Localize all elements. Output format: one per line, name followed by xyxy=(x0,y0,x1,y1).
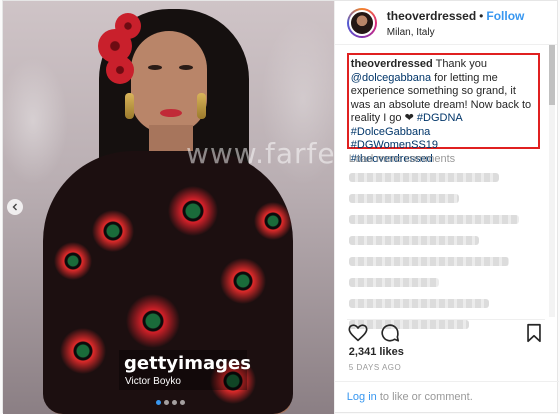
caption-mention[interactable]: @dolcegabbana xyxy=(351,72,431,84)
caption-hashtag[interactable]: #DolceGabbana xyxy=(351,126,537,140)
caption-text-start: Thank you xyxy=(435,58,487,70)
caption-hashtag[interactable]: #DGDNA xyxy=(417,112,463,124)
earring-right xyxy=(197,93,206,119)
comments-list: Load more comments xyxy=(348,153,541,341)
login-link[interactable]: Log in xyxy=(347,391,377,403)
bookmark-icon[interactable] xyxy=(523,322,545,344)
action-bar xyxy=(346,319,545,344)
likes-count[interactable]: 2,341 likes xyxy=(349,346,404,358)
hair-flower xyxy=(115,13,141,39)
earring-left xyxy=(125,93,134,119)
avatar[interactable] xyxy=(346,7,377,38)
post-header: theoverdressed • Follow Milan, Italy xyxy=(334,1,557,45)
caption-username[interactable]: theoverdressed xyxy=(351,58,433,70)
blurred-comment xyxy=(348,215,519,224)
scrollbar-thumb[interactable] xyxy=(548,45,555,105)
follow-button[interactable]: Follow xyxy=(486,9,524,23)
model-eye-left xyxy=(148,65,162,70)
username-link[interactable]: theoverdressed xyxy=(387,9,476,23)
load-more-comments[interactable]: Load more comments xyxy=(349,153,541,165)
avatar-image xyxy=(348,9,375,36)
carousel-dot xyxy=(172,400,177,405)
model-eye-right xyxy=(179,65,193,70)
login-prompt: Log in to like or comment. xyxy=(334,381,559,414)
blurred-comment xyxy=(348,173,499,182)
post-side-panel: theoverdressed • Follow Milan, Italy theov… xyxy=(333,1,559,414)
carousel-dot xyxy=(156,400,161,405)
blurred-comment xyxy=(348,194,459,203)
carousel-dots xyxy=(156,400,185,405)
blurred-comment xyxy=(348,236,479,245)
post-timestamp[interactable]: 5 DAYS AGO xyxy=(349,363,401,372)
model-face xyxy=(131,31,207,133)
post-caption: theoverdressed Thank you @dolcegabbana f… xyxy=(351,58,537,166)
farfesh-watermark: www.farfesh.com xyxy=(186,137,334,170)
location-link[interactable]: Milan, Italy xyxy=(387,27,525,38)
heart-icon[interactable] xyxy=(347,322,369,344)
heart-emoji: ❤ xyxy=(404,112,414,124)
instagram-post: www.farfesh.com gettyimages Victor Boyko… xyxy=(2,0,559,414)
previous-photo-button[interactable] xyxy=(7,199,23,215)
login-prompt-text: to like or comment. xyxy=(379,391,473,403)
header-text: theoverdressed • Follow Milan, Italy xyxy=(387,7,525,38)
comment-icon[interactable] xyxy=(379,322,401,344)
blurred-comment xyxy=(348,278,439,287)
carousel-dot xyxy=(164,400,169,405)
blurred-comment xyxy=(348,257,509,266)
blurred-comment xyxy=(348,299,489,308)
chevron-left-icon xyxy=(12,203,17,211)
carousel-dot xyxy=(180,400,185,405)
model-lips xyxy=(160,109,182,117)
hair-flower xyxy=(106,56,134,84)
post-photo[interactable]: www.farfesh.com gettyimages Victor Boyko xyxy=(3,1,334,414)
photo-credit: Victor Boyko xyxy=(125,376,181,387)
getty-logo: gettyimages xyxy=(124,353,251,374)
header-separator: • xyxy=(479,9,484,23)
comments-scrollbar[interactable] xyxy=(548,45,555,317)
header-top-line: theoverdressed • Follow xyxy=(387,7,525,25)
caption-hashtag[interactable]: #DGWomenSS19 xyxy=(351,139,537,153)
